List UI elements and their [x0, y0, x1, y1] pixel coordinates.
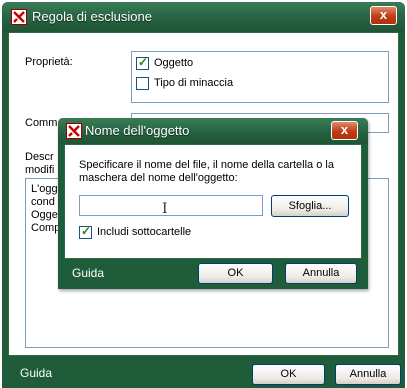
close-icon: x: [379, 7, 388, 22]
comment-label: Comm: [25, 117, 58, 129]
checkmark-icon: ✓: [81, 224, 92, 238]
description-label-line1: Descr: [25, 151, 54, 163]
description-line: Comp: [31, 222, 61, 234]
window-cancel-button[interactable]: Annulla: [335, 364, 401, 385]
properties-label: Proprietà:: [25, 56, 73, 68]
description-line: cond: [31, 196, 55, 208]
app-logo-icon: [66, 123, 82, 139]
dialog-footer: Guida OK Annulla: [58, 259, 368, 289]
window-title: Regola di esclusione: [32, 9, 152, 24]
properties-box: ✓ Oggetto Tipo di minaccia: [131, 51, 389, 103]
window-help-link[interactable]: Guida: [20, 366, 52, 380]
dialog-content: Specificare il nome del file, il nome de…: [64, 144, 362, 259]
property-threat-type-checkbox[interactable]: [136, 77, 149, 90]
object-name-input[interactable]: [79, 195, 263, 216]
dialog-close-button[interactable]: x: [331, 121, 358, 140]
dialog-help-link[interactable]: Guida: [72, 266, 104, 280]
window-close-button[interactable]: x: [370, 6, 397, 25]
text-cursor-icon: I: [162, 201, 168, 217]
dialog-ok-button[interactable]: OK: [198, 263, 273, 284]
description-line: L'ogg: [31, 183, 58, 195]
window-ok-button[interactable]: OK: [252, 364, 325, 385]
property-threat-type-label: Tipo di minaccia: [154, 77, 234, 89]
description-label-line2: modifi: [25, 164, 55, 176]
window-footer: Guida OK Annulla: [2, 356, 405, 388]
include-subfolders-checkbox[interactable]: ✓: [79, 224, 92, 239]
dialog-instruction: Specificare il nome del file, il nome de…: [79, 159, 334, 184]
browse-button[interactable]: Sfoglia...: [271, 195, 349, 217]
checkmark-icon: ✓: [138, 55, 149, 69]
property-object-label: Oggetto: [154, 57, 194, 69]
close-icon: x: [340, 122, 349, 137]
property-object-checkbox[interactable]: ✓: [136, 55, 149, 70]
app-logo-icon: [11, 9, 27, 25]
window-titlebar[interactable]: Regola di esclusione x: [2, 2, 405, 32]
description-line: Ogge: [31, 209, 58, 221]
dialog-titlebar[interactable]: Nome dell'oggetto x: [58, 118, 368, 144]
object-name-dialog: Nome dell'oggetto x Specificare il nome …: [58, 118, 368, 289]
dialog-title: Nome dell'oggetto: [85, 123, 190, 138]
dialog-cancel-button[interactable]: Annulla: [285, 263, 357, 284]
include-subfolders-label: Includi sottocartelle: [97, 226, 192, 238]
